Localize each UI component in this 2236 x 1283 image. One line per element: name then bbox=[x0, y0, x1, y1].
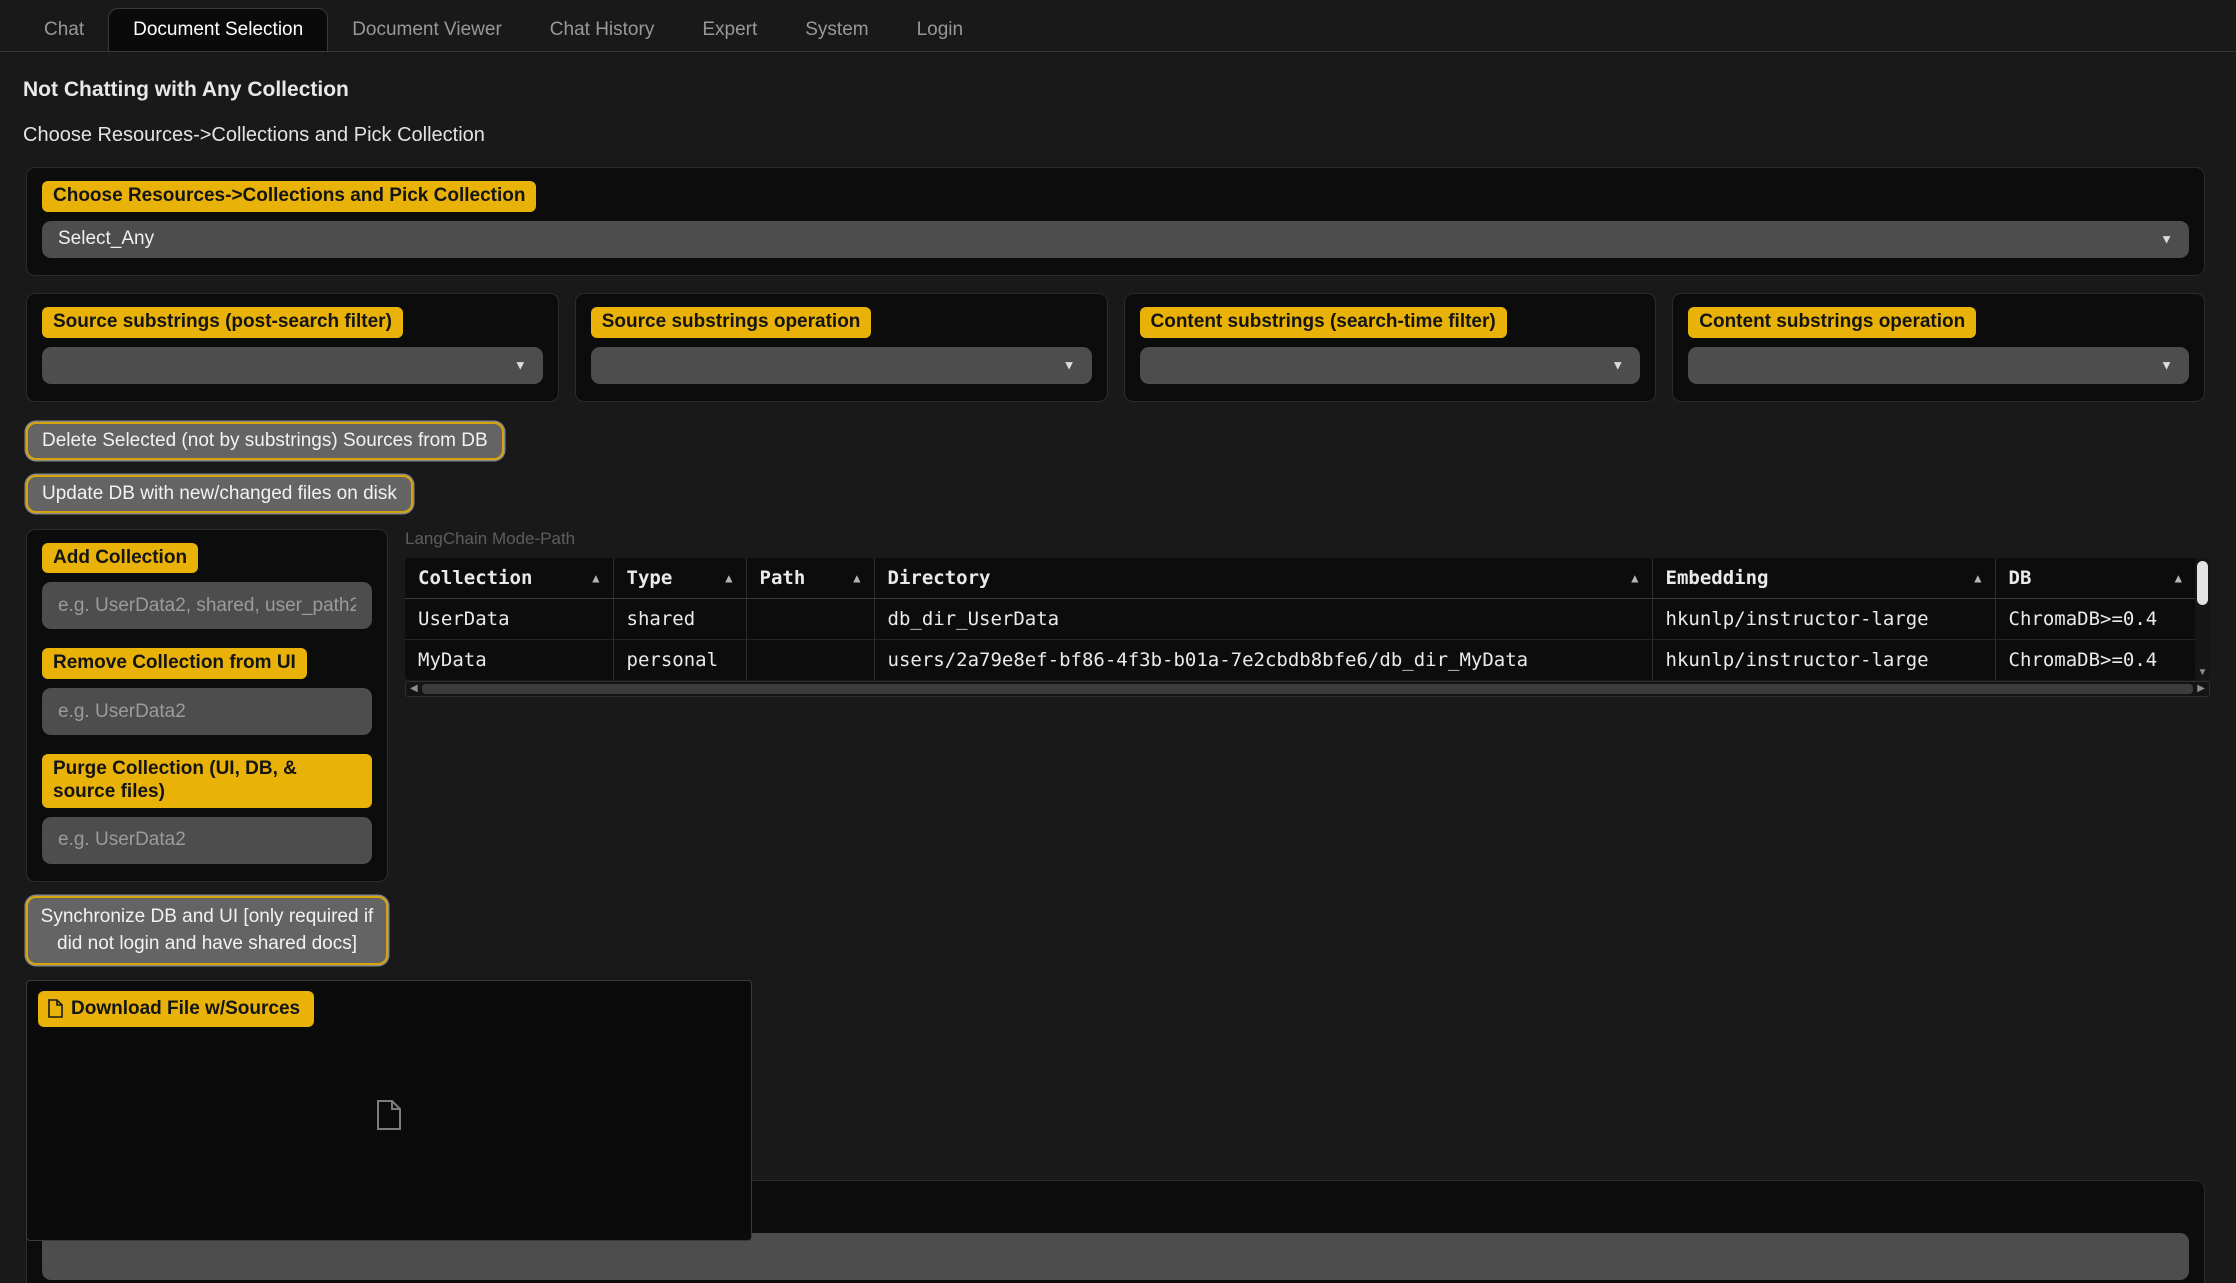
purge-collection-group: Purge Collection (UI, DB, & source files… bbox=[42, 754, 372, 864]
download-file-button[interactable]: Download File w/Sources bbox=[38, 991, 314, 1027]
add-collection-input[interactable] bbox=[42, 582, 372, 629]
cell-embedding: hkunlp/instructor-large bbox=[1652, 639, 1995, 680]
remove-collection-group: Remove Collection from UI bbox=[42, 648, 372, 735]
purge-collection-input[interactable] bbox=[42, 817, 372, 864]
tab-document-selection[interactable]: Document Selection bbox=[108, 8, 328, 52]
sort-arrow-icon[interactable]: ▲ bbox=[1631, 571, 1638, 585]
add-collection-label: Add Collection bbox=[42, 543, 198, 574]
scrollbar-thumb[interactable] bbox=[422, 684, 2193, 694]
status-subtitle: Choose Resources->Collections and Pick C… bbox=[23, 124, 2236, 147]
cell-embedding: hkunlp/instructor-large bbox=[1652, 598, 1995, 639]
content-substrings-dropdown[interactable]: ▼ bbox=[1140, 347, 1641, 384]
table-row[interactable]: MyData personal users/2a79e8ef-bf86-4f3b… bbox=[405, 639, 2195, 680]
collection-management-stack: Add Collection Remove Collection from UI… bbox=[26, 529, 388, 1241]
cell-type: shared bbox=[613, 598, 746, 639]
main-tab-bar: Chat Document Selection Document Viewer … bbox=[0, 0, 2236, 52]
scroll-left-icon[interactable]: ◀ bbox=[410, 683, 418, 694]
tab-chat-history[interactable]: Chat History bbox=[526, 9, 679, 51]
file-placeholder-icon bbox=[376, 1099, 402, 1131]
content-substrings-label: Content substrings (search-time filter) bbox=[1140, 307, 1507, 338]
delete-sources-button[interactable]: Delete Selected (not by substrings) Sour… bbox=[26, 422, 504, 460]
table-row[interactable]: UserData shared db_dir_UserData hkunlp/i… bbox=[405, 598, 2195, 639]
source-substrings-label: Source substrings (post-search filter) bbox=[42, 307, 403, 338]
scrollbar-thumb[interactable] bbox=[2197, 561, 2208, 605]
cell-collection: MyData bbox=[405, 639, 613, 680]
cell-path bbox=[746, 598, 874, 639]
source-substrings-op-dropdown[interactable]: ▼ bbox=[591, 347, 1092, 384]
chevron-down-icon: ▼ bbox=[1611, 358, 1624, 373]
col-header-db[interactable]: DB▲ bbox=[1995, 558, 2195, 599]
file-icon bbox=[48, 999, 63, 1018]
cell-collection: UserData bbox=[405, 598, 613, 639]
content-substrings-panel: Content substrings (search-time filter) … bbox=[1124, 293, 1657, 402]
tab-login[interactable]: Login bbox=[893, 9, 988, 51]
tab-document-viewer[interactable]: Document Viewer bbox=[328, 9, 526, 51]
cell-directory: db_dir_UserData bbox=[874, 598, 1652, 639]
source-substrings-op-panel: Source substrings operation ▼ bbox=[575, 293, 1108, 402]
collection-picker-panel: Choose Resources->Collections and Pick C… bbox=[26, 167, 2205, 276]
col-header-directory[interactable]: Directory▲ bbox=[874, 558, 1652, 599]
sort-arrow-icon[interactable]: ▲ bbox=[853, 571, 860, 585]
tab-chat[interactable]: Chat bbox=[20, 9, 108, 51]
chevron-down-icon: ▼ bbox=[514, 358, 527, 373]
table-header-row: Collection▲ Type▲ Path▲ Directory▲ Embed… bbox=[405, 558, 2195, 599]
horizontal-scrollbar[interactable]: ◀ ▶ bbox=[405, 681, 2210, 697]
source-substrings-dropdown[interactable]: ▼ bbox=[42, 347, 543, 384]
collections-table: Collection▲ Type▲ Path▲ Directory▲ Embed… bbox=[405, 558, 2210, 680]
vertical-scrollbar[interactable]: ▼ bbox=[2195, 558, 2210, 680]
cell-directory: users/2a79e8ef-bf86-4f3b-b01a-7e2cbdb8bf… bbox=[874, 639, 1652, 680]
mid-region: Add Collection Remove Collection from UI… bbox=[0, 529, 2236, 1162]
remove-collection-label: Remove Collection from UI bbox=[42, 648, 307, 679]
status-title: Not Chatting with Any Collection bbox=[23, 78, 2236, 102]
cell-path bbox=[746, 639, 874, 680]
download-file-panel: Download File w/Sources bbox=[26, 980, 752, 1241]
chevron-down-icon: ▼ bbox=[2160, 358, 2173, 373]
content-substrings-op-label: Content substrings operation bbox=[1688, 307, 1976, 338]
purge-collection-label: Purge Collection (UI, DB, & source files… bbox=[42, 754, 372, 808]
collection-picker-value: Select_Any bbox=[58, 228, 154, 250]
sort-arrow-icon[interactable]: ▲ bbox=[725, 571, 732, 585]
chevron-down-icon: ▼ bbox=[2160, 232, 2173, 247]
scroll-right-icon[interactable]: ▶ bbox=[2197, 683, 2205, 694]
download-file-label: Download File w/Sources bbox=[71, 998, 300, 1020]
collection-picker-label: Choose Resources->Collections and Pick C… bbox=[42, 181, 536, 212]
col-header-path[interactable]: Path▲ bbox=[746, 558, 874, 599]
collection-management-panel: Add Collection Remove Collection from UI… bbox=[26, 529, 388, 882]
col-header-type[interactable]: Type▲ bbox=[613, 558, 746, 599]
cell-db: ChromaDB>=0.4 bbox=[1995, 639, 2195, 680]
col-header-collection[interactable]: Collection▲ bbox=[405, 558, 613, 599]
tab-expert[interactable]: Expert bbox=[678, 9, 781, 51]
add-collection-group: Add Collection bbox=[42, 543, 372, 630]
tab-system[interactable]: System bbox=[781, 9, 892, 51]
chevron-down-icon: ▼ bbox=[1063, 358, 1076, 373]
cell-type: personal bbox=[613, 639, 746, 680]
source-substrings-op-label: Source substrings operation bbox=[591, 307, 872, 338]
source-substrings-panel: Source substrings (post-search filter) ▼ bbox=[26, 293, 559, 402]
langchain-mode-path-area: LangChain Mode-Path Collection▲ Type▲ Pa… bbox=[405, 529, 2210, 697]
col-header-embedding[interactable]: Embedding▲ bbox=[1652, 558, 1995, 599]
content-substrings-op-dropdown[interactable]: ▼ bbox=[1688, 347, 2189, 384]
sort-arrow-icon[interactable]: ▲ bbox=[1974, 571, 1981, 585]
collection-picker-dropdown[interactable]: Select_Any ▼ bbox=[42, 221, 2189, 258]
remove-collection-input[interactable] bbox=[42, 688, 372, 735]
table-caption: LangChain Mode-Path bbox=[405, 529, 2210, 549]
content-substrings-op-panel: Content substrings operation ▼ bbox=[1672, 293, 2205, 402]
update-db-button[interactable]: Update DB with new/changed files on disk bbox=[26, 475, 413, 513]
sort-arrow-icon[interactable]: ▲ bbox=[2175, 571, 2182, 585]
filters-row: Source substrings (post-search filter) ▼… bbox=[26, 293, 2205, 402]
synchronize-db-button[interactable]: Synchronize DB and UI [only required if … bbox=[26, 896, 388, 965]
cell-db: ChromaDB>=0.4 bbox=[1995, 598, 2195, 639]
scroll-down-icon[interactable]: ▼ bbox=[2195, 667, 2210, 678]
sort-arrow-icon[interactable]: ▲ bbox=[592, 571, 599, 585]
